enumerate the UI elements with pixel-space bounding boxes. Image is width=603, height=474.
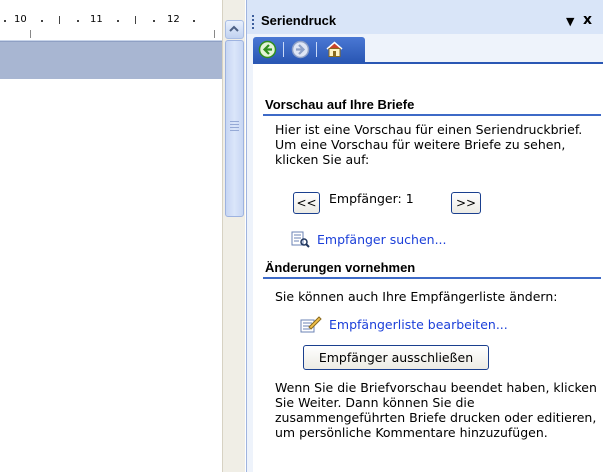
ruler-tick bbox=[135, 16, 136, 24]
scroll-thumb[interactable] bbox=[225, 40, 244, 217]
next-recipient-button[interactable]: >> bbox=[451, 192, 481, 214]
changes-section-title: Änderungen vornehmen bbox=[265, 260, 416, 275]
back-arrow-icon[interactable] bbox=[258, 40, 277, 59]
ruler-dot bbox=[4, 20, 6, 22]
edit-list-icon bbox=[300, 316, 322, 333]
grip-line bbox=[230, 124, 239, 125]
ruler-dot bbox=[41, 20, 43, 22]
ruler-dot bbox=[77, 20, 79, 22]
navigation-bar bbox=[253, 37, 365, 62]
ruler-tick bbox=[59, 16, 60, 24]
ruler-label-11: 11 bbox=[90, 14, 103, 25]
chevron-down-icon[interactable]: ▼ bbox=[566, 15, 574, 28]
find-recipient-link[interactable]: Empfänger suchen... bbox=[317, 232, 447, 247]
section-divider bbox=[263, 114, 601, 116]
document-background bbox=[0, 41, 222, 79]
find-recipient-icon bbox=[291, 231, 310, 248]
ruler-mark bbox=[30, 30, 31, 38]
ruler-dot bbox=[153, 20, 155, 22]
task-pane: Seriendruck ▼ x Vorschau auf Ihre Briefe… bbox=[246, 0, 603, 474]
section-divider bbox=[263, 277, 601, 279]
ruler-dot bbox=[193, 20, 195, 22]
task-pane-body: Vorschau auf Ihre Briefe Hier ist eine V… bbox=[253, 62, 603, 474]
task-pane-header[interactable]: Seriendruck ▼ x bbox=[247, 0, 603, 34]
ruler-label-12: 12 bbox=[167, 14, 180, 25]
ruler-mark bbox=[214, 30, 215, 38]
footer-instructions: Wenn Sie die Briefvorschau beendet haben… bbox=[275, 380, 597, 440]
arrow-up-icon bbox=[229, 25, 239, 32]
scroll-up-button[interactable] bbox=[225, 20, 244, 39]
nav-separator bbox=[316, 42, 317, 57]
previous-recipient-button[interactable]: << bbox=[293, 192, 320, 214]
recipient-counter: Empfänger: 1 bbox=[329, 191, 414, 206]
forward-arrow-icon[interactable] bbox=[291, 40, 310, 59]
document-area[interactable]: 10 11 12 bbox=[0, 0, 222, 472]
grip-line bbox=[230, 130, 239, 131]
changes-description: Sie können auch Ihre Empfängerliste ände… bbox=[275, 289, 558, 304]
nav-separator bbox=[283, 42, 284, 57]
ruler-label-10: 10 bbox=[14, 14, 27, 25]
close-button[interactable]: x bbox=[583, 12, 592, 28]
vertical-scrollbar[interactable] bbox=[222, 0, 245, 472]
home-icon[interactable] bbox=[325, 40, 344, 59]
preview-section-title: Vorschau auf Ihre Briefe bbox=[265, 97, 415, 112]
edit-recipient-list-link[interactable]: Empfängerliste bearbeiten... bbox=[329, 317, 508, 332]
drag-grip-icon[interactable] bbox=[252, 15, 254, 29]
task-pane-title: Seriendruck bbox=[261, 13, 337, 28]
exclude-recipient-button[interactable]: Empfänger ausschließen bbox=[303, 345, 489, 370]
grip-line bbox=[230, 127, 239, 128]
ruler-dot bbox=[117, 20, 119, 22]
preview-description: Hier ist eine Vorschau für einen Seriend… bbox=[275, 122, 583, 167]
horizontal-ruler[interactable]: 10 11 12 bbox=[0, 0, 222, 41]
grip-line bbox=[230, 121, 239, 122]
